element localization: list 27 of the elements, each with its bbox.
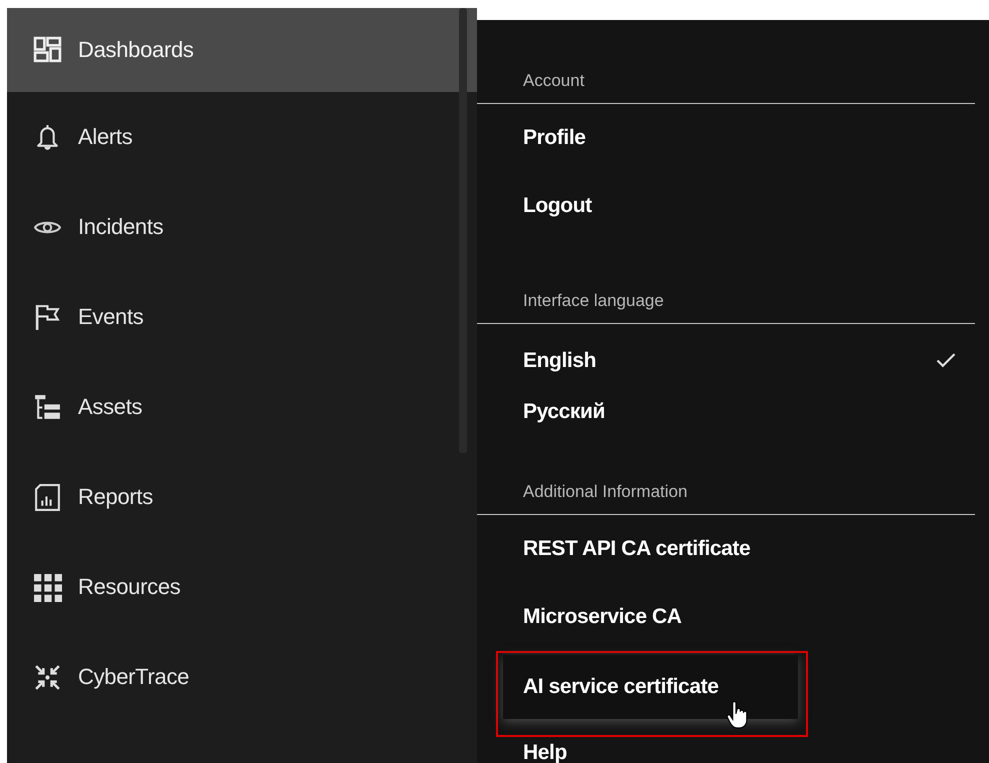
menu-item[interactable]: REST API CA certificate <box>477 515 989 583</box>
menu-item[interactable]: Logout <box>477 172 989 240</box>
nav-item[interactable]: CyberTrace <box>7 632 477 722</box>
section-header: Interface language <box>477 240 975 324</box>
nav-item[interactable]: Events <box>7 272 477 362</box>
flag-icon <box>33 302 62 332</box>
menu-item[interactable]: Help <box>477 719 989 763</box>
scrollbar[interactable] <box>459 8 467 453</box>
nav-item[interactable]: Dashboards <box>7 8 477 92</box>
menu-item[interactable]: AI service certificate <box>503 655 798 719</box>
section-header: Account <box>477 57 975 104</box>
menu-item[interactable]: Profile <box>477 104 989 172</box>
menu-item[interactable]: Microservice CA <box>477 583 989 651</box>
nav-item[interactable]: Assets <box>7 362 477 452</box>
dashboard-icon <box>33 36 62 64</box>
hierarchy-icon <box>33 392 62 422</box>
menu-item[interactable]: English <box>477 335 989 386</box>
hand-cursor-icon <box>726 701 748 729</box>
nav-item[interactable]: Resources <box>7 542 477 632</box>
nav-item[interactable]: Reports <box>7 452 477 542</box>
menu-item[interactable]: Русский <box>477 386 989 437</box>
grid-icon <box>33 572 62 602</box>
converging-arrows-icon <box>33 662 62 692</box>
nav-item[interactable]: Incidents <box>7 182 477 272</box>
section-header: Additional Information <box>477 437 975 515</box>
nav-item[interactable]: Alerts <box>7 92 477 182</box>
report-icon <box>33 482 62 512</box>
